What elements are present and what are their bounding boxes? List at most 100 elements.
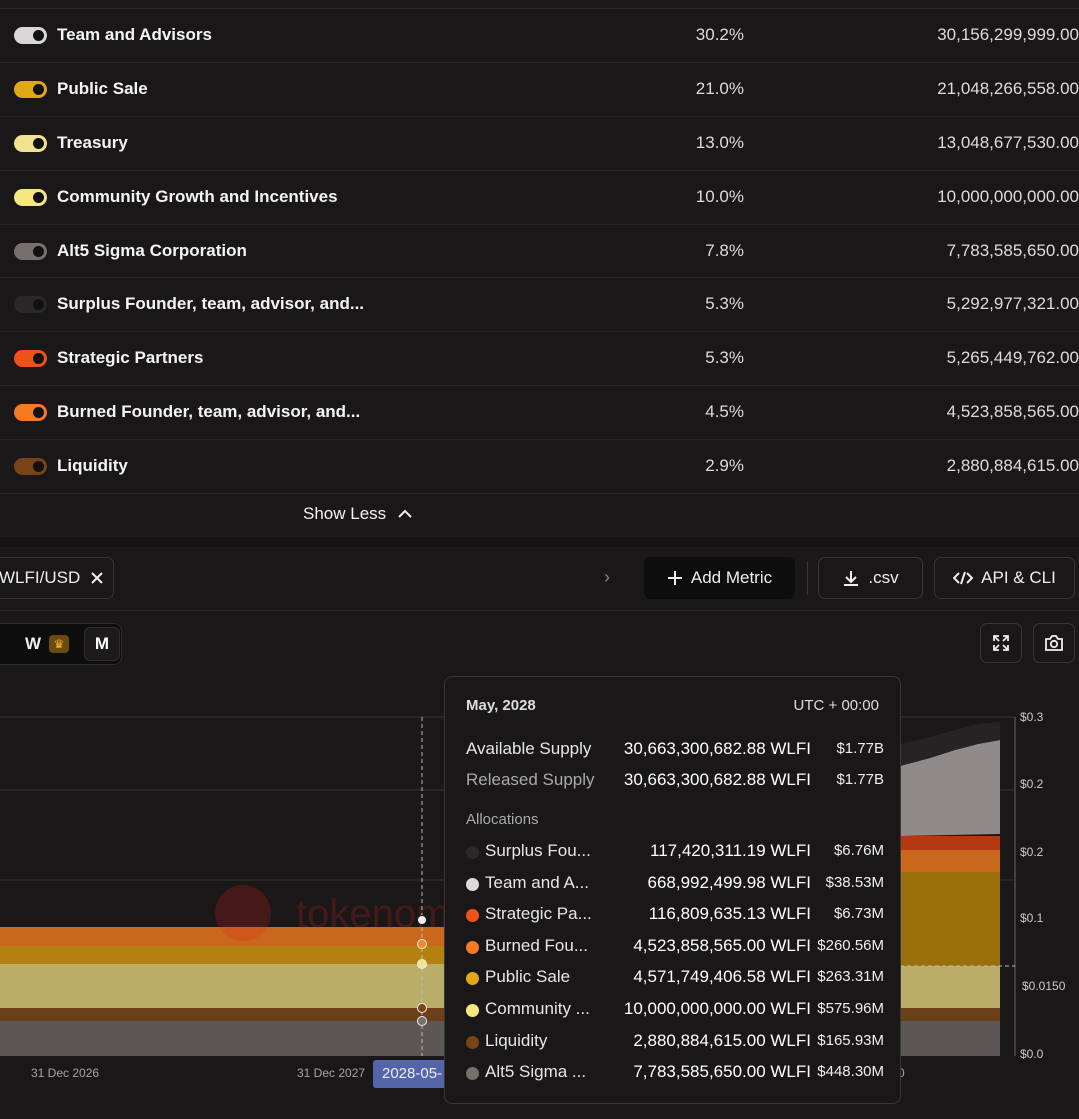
allocation-row: Alt5 Sigma Corporation 7.8% 7,783,585,650.…: [0, 225, 1079, 279]
chart-tooltip: May, 2028 UTC + 00:00 Available Supply 3…: [444, 676, 901, 1104]
released-supply-label: Released Supply: [466, 770, 595, 789]
tooltip-allocation-label: Surplus Fou...: [485, 841, 591, 860]
series-toggle[interactable]: [14, 188, 47, 206]
tooltip-allocation-row: Liquidity 2,880,884,615.00 WLFI $165.93M: [466, 1031, 884, 1055]
toolbar-separator: [807, 561, 808, 595]
toggle-knob: [33, 299, 44, 311]
allocation-percent: 7.8%: [705, 240, 744, 260]
series-toggle[interactable]: [14, 27, 47, 44]
series-toggle[interactable]: [14, 350, 47, 368]
released-supply-usd: $1.77B: [836, 771, 884, 788]
tooltip-allocation-row: Community ... 10,000,000,000.00 WLFI $575.…: [466, 999, 884, 1023]
tooltip-allocations-heading: Allocations: [466, 811, 539, 828]
add-metric-label: Add Metric: [690, 568, 773, 587]
crown-icon: ♛: [49, 635, 70, 653]
tooltip-allocation-row: Burned Fou... 4,523,858,565.00 WLFI $260.5…: [466, 936, 884, 960]
csv-label: .csv: [868, 568, 899, 587]
allocation-name: Community Growth and Incentives: [57, 186, 338, 206]
area-alt5-sigma: [0, 1021, 444, 1056]
series-dot: [466, 972, 479, 986]
area-liquidity: [0, 1008, 444, 1021]
toggle-knob: [33, 461, 44, 473]
plus-icon: [667, 571, 682, 585]
tooltip-allocation-row: Team and A... 668,992,499.98 WLFI $38.53M: [466, 873, 884, 897]
tooltip-allocation-usd: $448.30M: [817, 1063, 884, 1081]
x-tick-label: 31 Dec 2027: [297, 1066, 366, 1080]
toggle-knob: [33, 191, 44, 203]
allocation-name: Alt5 Sigma Corporation: [57, 240, 247, 260]
y-tick-label: $0.3: [1020, 710, 1044, 724]
close-icon[interactable]: [90, 571, 104, 585]
allocation-name: Strategic Partners: [57, 348, 204, 368]
area-liquidity-right: [900, 1008, 1000, 1021]
api-cli-button[interactable]: API & CLI: [934, 557, 1075, 599]
area-burned-right: [900, 850, 1000, 872]
area-community-right: [900, 966, 1000, 1008]
toggle-knob: [33, 353, 44, 365]
series-toggle[interactable]: [14, 404, 47, 422]
expand-icon: [993, 635, 1009, 651]
series-dot: [466, 940, 479, 954]
allocation-amount: 5,292,977,321.00: [946, 294, 1079, 314]
area-strategic-right: [900, 836, 1000, 850]
code-icon: [953, 571, 974, 585]
tooltip-allocation-value: 668,992,499.98 WLFI: [647, 872, 811, 892]
series-toggle[interactable]: [14, 242, 47, 260]
series-toggle[interactable]: [14, 80, 47, 98]
granularity-weekly[interactable]: W ♛: [25, 634, 70, 654]
allocation-name: Treasury: [57, 132, 128, 152]
tooltip-allocation-row: Public Sale 4,571,749,406.58 WLFI $263.31M: [466, 967, 884, 991]
tooltip-title: May, 2028: [466, 697, 536, 714]
tooltip-allocation-usd: $38.53M: [825, 873, 884, 891]
download-csv-button[interactable]: .csv: [818, 557, 923, 599]
tooltip-allocation-value: 10,000,000,000.00 WLFI: [623, 999, 811, 1018]
tooltip-allocation-value: 4,523,858,565.00 WLFI: [633, 935, 811, 955]
show-less-button[interactable]: Show Less: [303, 504, 412, 524]
released-supply-value: 30,663,300,682.88 WLFI: [623, 770, 811, 789]
series-dot: [466, 877, 479, 891]
tooltip-allocation-row: Alt5 Sigma ... 7,783,585,650.00 WLFI $448.…: [466, 1062, 884, 1086]
granularity-monthly[interactable]: M: [84, 627, 120, 661]
area-stack-right: [900, 722, 1000, 1056]
tooltip-allocation-usd: $165.93M: [817, 1031, 884, 1049]
series-toggle[interactable]: [14, 458, 47, 476]
series-toggle[interactable]: [14, 296, 47, 314]
allocation-row: Liquidity 2.9% 2,880,884,615.00: [0, 440, 1079, 495]
x-crosshair-label: 2028-05-: [373, 1060, 447, 1088]
tooltip-allocation-usd: $263.31M: [817, 968, 884, 986]
allocation-amount: 21,048,266,558.00: [937, 78, 1079, 98]
download-icon: [844, 571, 859, 586]
available-supply-value: 30,663,300,682.88 WLFI: [623, 739, 811, 758]
tooltip-allocation-label: Burned Fou...: [485, 935, 589, 955]
series-toggle[interactable]: [14, 134, 47, 152]
toggle-knob: [33, 137, 44, 149]
toggle-knob: [33, 83, 44, 95]
point-alt5: [417, 1016, 427, 1026]
allocation-amount: 4,523,858,565.00: [946, 402, 1079, 422]
toggle-knob: [33, 245, 44, 257]
tooltip-allocation-label: Alt5 Sigma ...: [485, 1062, 587, 1082]
camera-icon: [1045, 635, 1063, 651]
series-dot: [466, 1067, 479, 1081]
tooltip-allocation-usd: $6.73M: [833, 905, 884, 923]
tooltip-allocation-usd: $575.96M: [817, 1000, 884, 1017]
tooltip-allocation-row: Strategic Pa... 116,809,635.13 WLFI $6.73M: [466, 904, 884, 928]
chevron-up-icon: [398, 509, 412, 518]
pair-chip[interactable]: WLFI/USD: [0, 557, 114, 599]
allocation-table: Team and Advisors 30.2% 30,156,299,999.00 P…: [0, 8, 1079, 495]
allocation-row: Community Growth and Incentives 10.0% 10,0…: [0, 171, 1079, 225]
screenshot-button[interactable]: [1033, 623, 1075, 663]
fullscreen-button[interactable]: [980, 623, 1022, 663]
area-public-sale-right: [900, 872, 1000, 966]
area-public-sale: [0, 946, 444, 964]
point-community: [417, 959, 427, 969]
tooltip-allocation-usd: $260.56M: [817, 936, 884, 954]
chevron-right-icon[interactable]: ›: [604, 567, 610, 588]
y-tick-label: $0.2: [1020, 845, 1044, 859]
area-stack-left: [0, 927, 444, 1056]
series-dot: [466, 1004, 479, 1017]
point-burned: [417, 939, 427, 949]
allocation-amount: 13,048,677,530.00: [937, 132, 1079, 152]
allocation-amount: 5,265,449,762.00: [946, 348, 1079, 368]
add-metric-button[interactable]: Add Metric: [644, 557, 795, 599]
